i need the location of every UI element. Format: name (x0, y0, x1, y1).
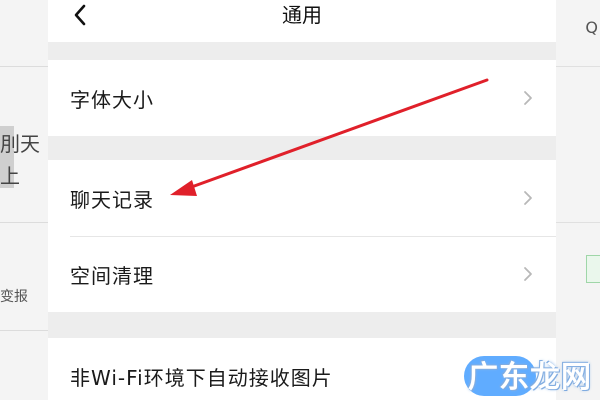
settings-item-label: 非Wi-Fi环境下自动接收图片 (70, 365, 333, 390)
background-text: Q (585, 18, 598, 37)
settings-item-chat-history[interactable]: 聊天记录 (48, 160, 556, 236)
settings-item-label: 字体大小 (70, 87, 154, 112)
settings-group: 聊天记录 空间清理 (48, 160, 556, 312)
divider (556, 66, 600, 67)
background-badge (586, 255, 600, 283)
chevron-right-icon (524, 91, 532, 105)
settings-item-label: 聊天记录 (70, 187, 154, 212)
watermark-logo: 广东龙网 (468, 360, 592, 395)
page-title: 通用 (282, 3, 322, 27)
settings-item-label: 空间清理 (70, 263, 154, 288)
navigation-bar: 通用 (48, 0, 556, 42)
background-text: 上 (0, 164, 20, 188)
chevron-right-icon (524, 267, 532, 281)
divider (0, 330, 48, 331)
divider (0, 66, 48, 67)
chevron-right-icon (524, 191, 532, 205)
settings-item-font-size[interactable]: 字体大小 (48, 60, 556, 136)
background-page-left: 刖天 上 变报 (0, 0, 48, 400)
settings-group: 字体大小 (48, 60, 556, 136)
background-text: 变报 (0, 289, 28, 305)
divider (0, 222, 48, 223)
background-text: 刖天 (0, 132, 40, 156)
divider (556, 222, 600, 223)
background-page-right: Q (556, 0, 600, 400)
settings-panel: 通用 字体大小 聊天记录 空间清理 非Wi-Fi环境下自动接收图片 (48, 0, 556, 400)
settings-item-storage-cleanup[interactable]: 空间清理 (48, 236, 556, 312)
